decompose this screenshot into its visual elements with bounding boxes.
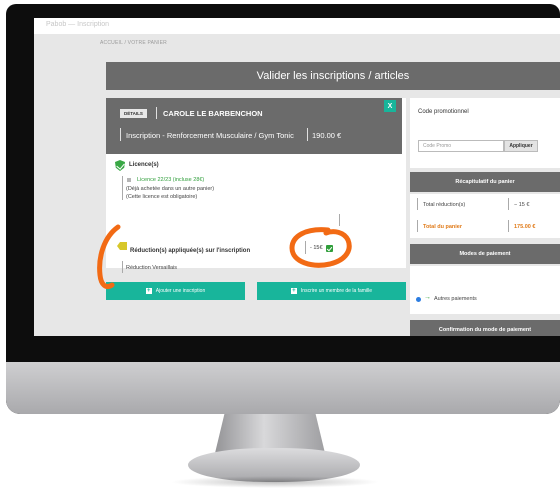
licence-section-title: Licence(s)	[129, 162, 159, 168]
total-reduction-label: Total réduction(s)	[423, 202, 466, 208]
payment-modes-box	[410, 266, 560, 314]
payment-modes-title: Modes de paiement	[459, 251, 511, 257]
apply-promo-button[interactable]: Appliquer	[504, 140, 538, 152]
member-header-card: DÉTAILS CAROLE LE BARBENCHON X Inscripti…	[106, 98, 402, 154]
arrow-right-icon: →	[424, 294, 431, 301]
divider	[307, 128, 308, 141]
page-banner: Valider les inscriptions / articles	[106, 62, 560, 90]
breadcrumb-home[interactable]: ACCUEIL	[100, 40, 123, 46]
payment-radio[interactable]	[416, 297, 421, 302]
breadcrumb-current: VOTRE PANIER	[127, 40, 167, 46]
divider	[508, 220, 509, 232]
shield-check-icon	[115, 160, 125, 171]
plus-icon: +	[290, 288, 297, 294]
top-bar: Pabob — Inscription	[34, 18, 560, 34]
divider	[122, 176, 123, 200]
licence-note-mandatory: (Cette licence est obligatoire)	[126, 194, 198, 200]
reduction-value: - 15€	[310, 245, 323, 251]
plus-icon: +	[145, 288, 152, 294]
monitor-chin	[6, 362, 560, 414]
divider	[120, 128, 121, 141]
close-button[interactable]: X	[384, 100, 396, 112]
licence-line: Licence 22/23 (incluse 28€)	[137, 177, 205, 183]
top-bar-text: Pabob — Inscription	[46, 21, 110, 28]
monitor-shadow	[170, 476, 380, 488]
reduction-name: Réduction Versaillais	[126, 265, 178, 271]
breadcrumb-separator: /	[124, 40, 127, 46]
reductions-section-title: Réduction(s) appliquée(s) sur l'inscript…	[130, 248, 251, 254]
cart-recap-header: Récapitulatif du panier	[410, 172, 560, 192]
promo-code-box: Code promotionnel Code Promo Appliquer	[410, 98, 560, 168]
breadcrumb: ACCUEIL / VOTRE PANIER	[100, 40, 167, 46]
member-name: CAROLE LE BARBENCHON	[163, 109, 263, 118]
payment-modes-header: Modes de paiement	[410, 244, 560, 264]
screen: Pabob — Inscription ACCUEIL / VOTRE PANI…	[34, 18, 560, 336]
licence-bullet-icon	[127, 178, 131, 182]
divider	[417, 220, 418, 232]
divider	[305, 241, 306, 254]
page-title: Valider les inscriptions / articles	[256, 70, 410, 82]
promo-code-input[interactable]: Code Promo	[418, 140, 504, 152]
cart-recap-box: Total réduction(s) − 15 € Total du panie…	[410, 194, 560, 238]
cart-summary-sidebar: Code promotionnel Code Promo Appliquer R…	[410, 98, 560, 336]
inscription-price: 190.00 €	[312, 131, 342, 140]
cart-total-label: Total du panier	[423, 224, 463, 230]
payment-confirmation-title: Confirmation du mode de paiement	[438, 327, 532, 333]
cart-recap-title: Récapitulatif du panier	[455, 179, 515, 185]
cart-total-value: 175.00 €	[514, 224, 536, 230]
add-family-member-label: Inscrire un membre de la famille	[300, 288, 373, 294]
divider	[156, 107, 157, 119]
tag-icon	[117, 242, 127, 250]
divider	[122, 261, 123, 273]
details-button[interactable]: DÉTAILS	[120, 109, 147, 118]
inscription-title: Inscription - Renforcement Musculaire / …	[126, 131, 294, 140]
payment-option-label[interactable]: Autres paiements	[434, 296, 477, 302]
add-inscription-label: Ajouter une inscription	[155, 288, 206, 294]
licence-note-purchased: (Déjà achetée dans un autre panier)	[126, 186, 215, 192]
divider	[339, 214, 340, 226]
cart-item-panel: DÉTAILS CAROLE LE BARBENCHON X Inscripti…	[106, 98, 406, 273]
divider	[508, 198, 509, 210]
payment-confirmation-header: Confirmation du mode de paiement	[410, 320, 560, 336]
add-family-member-button[interactable]: + Inscrire un membre de la famille	[257, 282, 406, 300]
total-reduction-value: − 15 €	[514, 202, 530, 208]
divider	[417, 198, 418, 210]
add-inscription-button[interactable]: + Ajouter une inscription	[106, 282, 245, 300]
check-icon[interactable]	[326, 245, 333, 252]
promo-label: Code promotionnel	[418, 109, 469, 115]
